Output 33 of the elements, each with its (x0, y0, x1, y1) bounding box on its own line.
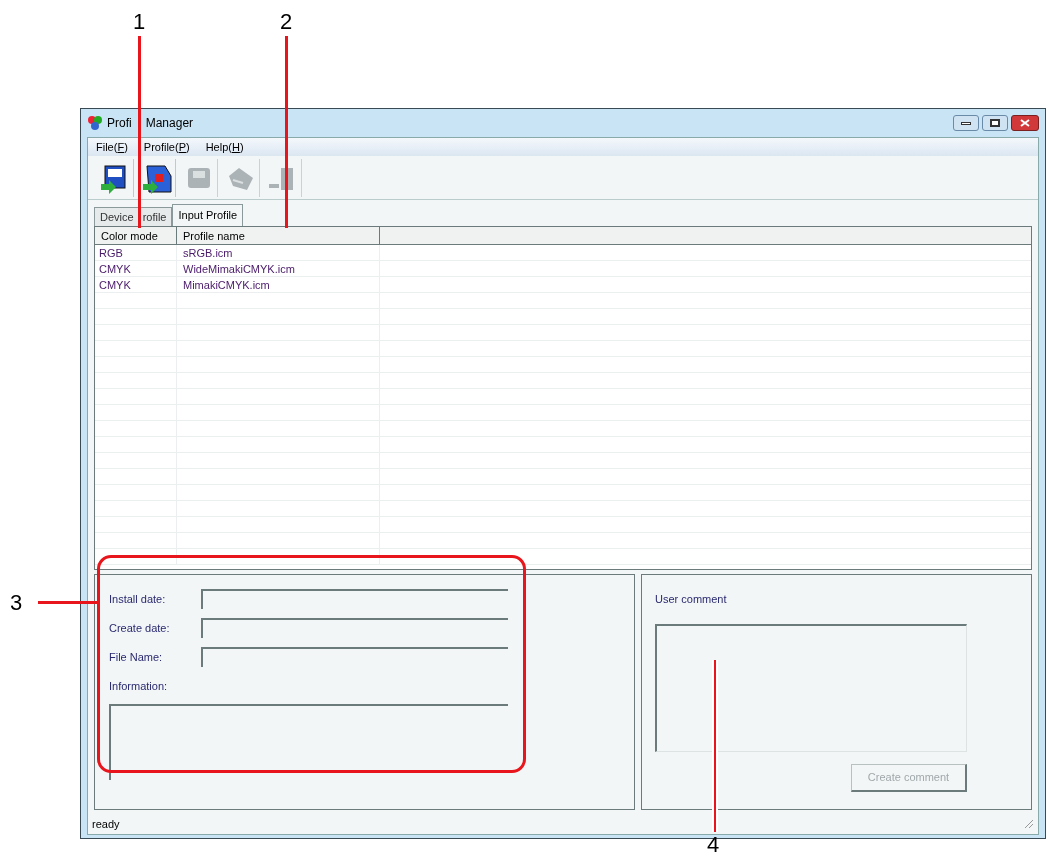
callout-line (38, 601, 99, 604)
callout-number: 2 (280, 10, 293, 34)
table-cell: CMYK (95, 277, 177, 292)
close-icon (1020, 119, 1030, 127)
minimize-button[interactable] (953, 115, 979, 131)
table-cell: WideMimakiCMYK.icm (177, 261, 380, 276)
callout-number: 4 (707, 834, 720, 856)
tab[interactable]: Input Profile (172, 204, 244, 226)
app-logo-icon (87, 115, 103, 131)
table-cell: sRGB.icm (177, 245, 380, 260)
table-cell: MimakiCMYK.icm (177, 277, 380, 292)
status-text: ready (92, 816, 120, 832)
callout-number: 1 (133, 10, 146, 34)
menu-item[interactable]: File(F) (96, 138, 128, 156)
resize-grip-icon (1024, 819, 1034, 829)
tab-label: rofile (142, 209, 167, 225)
table-cell: CMYK (95, 261, 177, 276)
tab-label: Device (100, 209, 134, 225)
window-title: Manager (145, 115, 194, 132)
field-label: Information: (109, 679, 169, 694)
window-title: Profi (107, 115, 132, 132)
close-button[interactable] (1011, 115, 1039, 131)
menu-item[interactable]: Profile(P) (143, 138, 190, 156)
field-label: Install date: (109, 591, 167, 607)
maximize-button[interactable] (982, 115, 1008, 131)
tab[interactable]: Device rofile (94, 207, 173, 226)
tab-label: Input Profile (178, 208, 238, 224)
menu-item[interactable]: Help(H) (205, 138, 244, 156)
comment-label: User comment (655, 592, 728, 607)
field-label: File Name: (109, 649, 164, 665)
callout-number: 3 (10, 591, 23, 615)
table-cell: RGB (95, 245, 177, 260)
field-label: Create date: (109, 620, 171, 636)
